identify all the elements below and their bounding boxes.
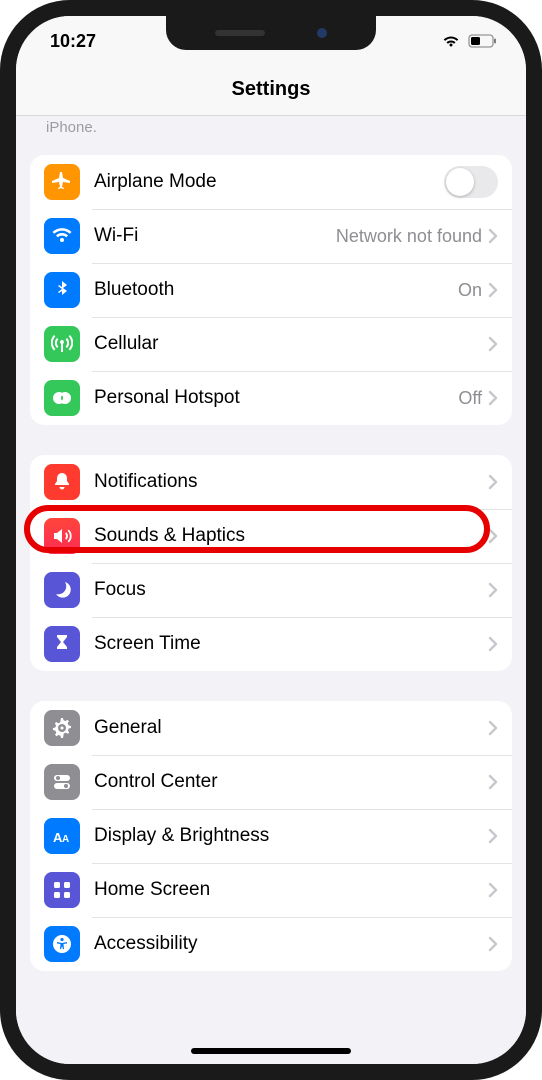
- row-notifications[interactable]: Notifications: [30, 455, 512, 509]
- row-accessibility[interactable]: Accessibility: [30, 917, 512, 971]
- row-label: Wi-Fi: [94, 225, 336, 247]
- row-label: Personal Hotspot: [94, 387, 458, 409]
- hourglass-icon: [44, 626, 80, 662]
- chevron-right-icon: [488, 582, 498, 598]
- page-title: Settings: [16, 78, 526, 101]
- toggles-icon: [44, 764, 80, 800]
- row-control-center[interactable]: Control Center: [30, 755, 512, 809]
- row-label: Notifications: [94, 471, 488, 493]
- wifi-status-icon: [441, 34, 461, 48]
- status-icons: [441, 34, 498, 48]
- row-label: Home Screen: [94, 879, 488, 901]
- speaker-icon: [44, 518, 80, 554]
- header: Settings: [16, 66, 526, 116]
- row-label: Airplane Mode: [94, 171, 444, 193]
- row-focus[interactable]: Focus: [30, 563, 512, 617]
- row-home-screen[interactable]: Home Screen: [30, 863, 512, 917]
- row-label: Control Center: [94, 771, 488, 793]
- phone-frame: 10:27 Settings There are 27 days remaini…: [0, 0, 542, 1080]
- settings-group: Airplane ModeWi-FiNetwork not foundBluet…: [30, 155, 512, 425]
- settings-group: Notifications Sounds & Haptics Focus Screen…: [30, 455, 512, 671]
- row-label: General: [94, 717, 488, 739]
- settings-content[interactable]: There are 27 days remaining to add Apple…: [16, 116, 526, 1064]
- chevron-right-icon: [488, 390, 498, 406]
- row-label: Focus: [94, 579, 488, 601]
- row-label: Screen Time: [94, 633, 488, 655]
- airplane-icon: [44, 164, 80, 200]
- accessibility-icon: [44, 926, 80, 962]
- text-size-icon: [44, 818, 80, 854]
- home-indicator[interactable]: [191, 1048, 351, 1054]
- row-label: Bluetooth: [94, 279, 458, 301]
- row-bluetooth[interactable]: BluetoothOn: [30, 263, 512, 317]
- battery-icon: [468, 34, 498, 48]
- chevron-right-icon: [488, 336, 498, 352]
- gear-icon: [44, 710, 80, 746]
- moon-icon: [44, 572, 80, 608]
- chevron-right-icon: [488, 936, 498, 952]
- antenna-icon: [44, 326, 80, 362]
- row-personal-hotspot[interactable]: Personal HotspotOff: [30, 371, 512, 425]
- hotspot-icon: [44, 380, 80, 416]
- chevron-right-icon: [488, 528, 498, 544]
- status-time: 10:27: [50, 31, 96, 52]
- row-label: Cellular: [94, 333, 488, 355]
- row-detail: On: [458, 280, 482, 301]
- chevron-right-icon: [488, 228, 498, 244]
- grid-icon: [44, 872, 80, 908]
- chevron-right-icon: [488, 774, 498, 790]
- applecare-note: There are 27 days remaining to add Apple…: [16, 116, 526, 147]
- row-sounds-haptics[interactable]: Sounds & Haptics: [30, 509, 512, 563]
- row-cellular[interactable]: Cellular: [30, 317, 512, 371]
- row-detail: Off: [458, 388, 482, 409]
- row-label: Accessibility: [94, 933, 488, 955]
- row-display-brightness[interactable]: Display & Brightness: [30, 809, 512, 863]
- row-wi-fi[interactable]: Wi-FiNetwork not found: [30, 209, 512, 263]
- bluetooth-icon: [44, 272, 80, 308]
- chevron-right-icon: [488, 474, 498, 490]
- wifi-icon: [44, 218, 80, 254]
- settings-group: General Control Center Display & Brightnes…: [30, 701, 512, 971]
- notch: [166, 16, 376, 50]
- screen: 10:27 Settings There are 27 days remaini…: [16, 16, 526, 1064]
- row-screen-time[interactable]: Screen Time: [30, 617, 512, 671]
- row-label: Display & Brightness: [94, 825, 488, 847]
- chevron-right-icon: [488, 828, 498, 844]
- chevron-right-icon: [488, 882, 498, 898]
- row-detail: Network not found: [336, 226, 482, 247]
- row-general[interactable]: General: [30, 701, 512, 755]
- chevron-right-icon: [488, 636, 498, 652]
- chevron-right-icon: [488, 720, 498, 736]
- switch-airplane-mode[interactable]: [444, 166, 498, 198]
- row-label: Sounds & Haptics: [94, 525, 488, 547]
- bell-icon: [44, 464, 80, 500]
- chevron-right-icon: [488, 282, 498, 298]
- row-airplane-mode[interactable]: Airplane Mode: [30, 155, 512, 209]
